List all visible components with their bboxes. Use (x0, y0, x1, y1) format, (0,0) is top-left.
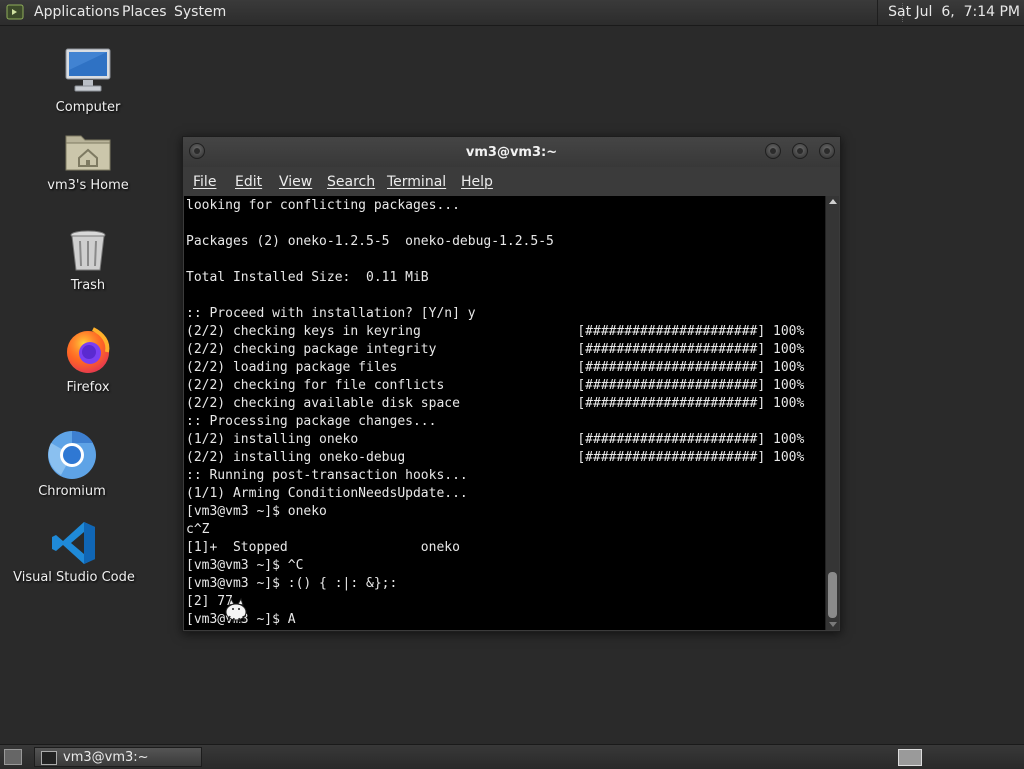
terminal-line: looking for conflicting packages... (186, 198, 460, 213)
home-folder-icon (65, 135, 111, 171)
top-panel: Applications Places System Sat Jul 6, 7:… (0, 0, 1024, 26)
terminal-line: [vm3@vm3 ~]$ ^C (186, 558, 304, 573)
terminal-line: (2/2) installing oneko-debug [##########… (186, 450, 805, 465)
maximize-button[interactable] (792, 143, 808, 159)
window-titlebar[interactable]: vm3@vm3:~ (183, 137, 840, 167)
oneko-cat-icon (225, 597, 247, 623)
terminal-line: :: Proceed with installation? [Y/n] y (186, 306, 476, 321)
minimize-button[interactable] (765, 143, 781, 159)
close-button[interactable] (819, 143, 835, 159)
desktop-icon-computer[interactable]: Computer (23, 46, 153, 115)
places-menu[interactable]: Places (122, 4, 167, 20)
terminal-line: (1/2) installing oneko [################… (186, 432, 805, 447)
terminal-line: c^Z (186, 522, 210, 537)
system-menu[interactable]: System (174, 4, 226, 20)
terminal-line: (2/2) checking for file conflicts [#####… (186, 378, 805, 393)
terminal-line: (2/2) checking available disk space [###… (186, 396, 805, 411)
workspace-switcher[interactable] (898, 749, 922, 766)
terminal-line: [1]+ Stopped oneko (186, 540, 460, 555)
chromium-icon (48, 430, 96, 479)
desktop-icon-vscode[interactable]: Visual Studio Code (9, 520, 139, 585)
menu-view[interactable]: View (279, 174, 312, 190)
desktop-icon-home[interactable]: vm3's Home (23, 128, 153, 193)
clock[interactable]: Sat Jul 6, 7:14 PM (877, 0, 1024, 25)
terminal-line: (1/1) Arming ConditionNeedsUpdate... (186, 486, 468, 501)
firefox-icon (67, 327, 110, 373)
terminal-scrollbar[interactable] (825, 196, 839, 630)
desktop-icon-label: vm3's Home (47, 178, 129, 193)
terminal-icon (41, 751, 57, 765)
trash-icon (70, 230, 106, 271)
menu-help[interactable]: Help (461, 174, 493, 190)
desktop-icon-label: Chromium (38, 484, 106, 499)
terminal-line: [vm3@vm3 ~]$ oneko (186, 504, 327, 519)
desktop-icon-label: Computer (55, 100, 121, 115)
desktop-icon-chromium[interactable]: Chromium (7, 430, 137, 499)
menu-edit[interactable]: Edit (235, 174, 262, 190)
terminal-line: :: Running post-transaction hooks... (186, 468, 468, 483)
terminal-line: [vm3@vm3 ~]$ A (186, 612, 296, 627)
desktop-icon-label: Visual Studio Code (13, 570, 135, 585)
desktop-icon-firefox[interactable]: Firefox (23, 326, 153, 395)
window-title: vm3@vm3:~ (465, 145, 558, 160)
terminal-line: (2/2) checking package integrity [######… (186, 342, 805, 357)
applications-menu-icon[interactable] (6, 3, 24, 21)
vscode-icon (52, 522, 95, 564)
terminal-line: Total Installed Size: 0.11 MiB (186, 270, 429, 285)
terminal-window[interactable]: vm3@vm3:~ File Edit View Search Terminal… (182, 136, 841, 632)
scroll-up-arrow-icon[interactable] (829, 199, 837, 204)
scrollbar-thumb[interactable] (828, 572, 837, 618)
menu-terminal[interactable]: Terminal (387, 174, 446, 190)
terminal-line: (2/2) loading package files [###########… (186, 360, 805, 375)
computer-icon (65, 48, 111, 92)
terminal-line: :: Processing package changes... (186, 414, 437, 429)
scroll-down-arrow-icon[interactable] (829, 622, 837, 627)
terminal-line: (2/2) checking keys in keyring [########… (186, 324, 805, 339)
terminal-line: [2] 77 (186, 594, 233, 609)
desktop-icon-label: Trash (70, 278, 106, 293)
terminal-line: [vm3@vm3 ~]$ :() { :|: &};: (186, 576, 398, 591)
bottom-panel: vm3@vm3:~ (0, 744, 1024, 769)
taskbar-item-terminal[interactable]: vm3@vm3:~ (34, 747, 202, 767)
taskbar-item-label: vm3@vm3:~ (63, 750, 149, 765)
menu-file[interactable]: File (193, 174, 216, 190)
terminal-output[interactable]: looking for conflicting packages... Pack… (184, 196, 827, 630)
desktop-icon-label: Firefox (66, 380, 110, 395)
terminal-menubar: File Edit View Search Terminal Help (183, 167, 840, 195)
desktop-icon-trash[interactable]: Trash (23, 228, 153, 293)
applications-menu[interactable]: Applications (34, 4, 120, 20)
terminal-line: Packages (2) oneko-1.2.5-5 oneko-debug-1… (186, 234, 554, 249)
show-desktop-icon[interactable] (4, 749, 22, 765)
menu-search[interactable]: Search (327, 174, 375, 190)
